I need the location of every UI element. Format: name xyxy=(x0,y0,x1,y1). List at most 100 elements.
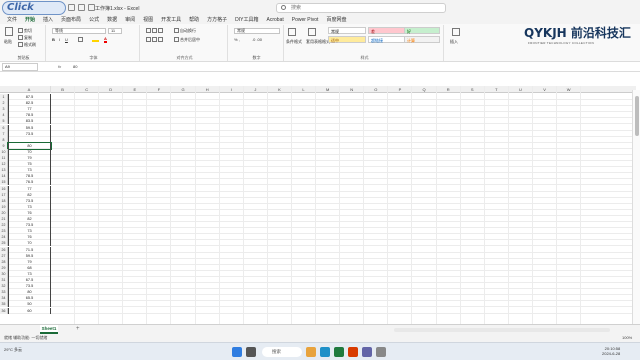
cell-a2[interactable]: 82.5 xyxy=(8,100,51,107)
wrap-text-button[interactable]: 自动换行 xyxy=(174,28,196,34)
row-header[interactable]: 28 xyxy=(0,258,8,265)
row-header[interactable]: 17 xyxy=(0,191,8,198)
cell-a22[interactable]: 73.5 xyxy=(8,222,51,229)
cell-style-3[interactable]: 适中 xyxy=(328,36,366,43)
vertical-scrollbar[interactable] xyxy=(632,90,640,324)
cell-a36[interactable]: 60 xyxy=(8,307,51,314)
row-header[interactable]: 7 xyxy=(0,130,8,137)
column-header-k[interactable]: K xyxy=(268,86,292,93)
font-name-select[interactable]: 等线 xyxy=(52,28,106,34)
row-header[interactable]: 4 xyxy=(0,112,8,119)
row-header[interactable]: 25 xyxy=(0,240,8,247)
cell-a4[interactable]: 78.5 xyxy=(8,112,51,119)
column-header-q[interactable]: Q xyxy=(413,86,437,93)
row-header[interactable]: 14 xyxy=(0,173,8,180)
app3-icon[interactable] xyxy=(376,347,386,357)
row-header[interactable]: 5 xyxy=(0,118,8,125)
row-header[interactable]: 11 xyxy=(0,155,8,161)
row-header[interactable]: 32 xyxy=(0,283,8,290)
row-header[interactable]: 2 xyxy=(0,100,8,107)
font-size-select[interactable]: 11 xyxy=(108,28,122,34)
cell-a27[interactable]: 59.5 xyxy=(8,252,51,259)
column-header-f[interactable]: F xyxy=(147,86,172,93)
insert-cells-button[interactable] xyxy=(452,28,461,36)
cell-style-5[interactable]: 计算 xyxy=(404,36,440,43)
menu-tab-9[interactable]: 帮助 xyxy=(185,16,203,24)
row-header[interactable]: 35 xyxy=(0,301,8,308)
column-header-d[interactable]: D xyxy=(99,86,124,93)
row-header[interactable]: 6 xyxy=(0,124,8,131)
app-icon[interactable] xyxy=(348,347,358,357)
row-header[interactable]: 15 xyxy=(0,179,8,186)
row-header[interactable]: 29 xyxy=(0,264,8,271)
worksheet-grid[interactable]: 1 87.5 2 82.5 3 77 4 78.5 5 83.5 6 59.5 7 73.5 8 9 80 10 7… xyxy=(0,94,636,324)
menu-tab-6[interactable]: 审阅 xyxy=(121,16,139,24)
row-header[interactable]: 16 xyxy=(0,185,8,192)
column-header-i[interactable]: I xyxy=(220,86,244,93)
cell-a31[interactable]: 67.5 xyxy=(8,277,51,283)
menu-tab-14[interactable]: 百度网盘 xyxy=(322,16,350,24)
column-header-m[interactable]: M xyxy=(316,86,341,93)
column-header-t[interactable]: T xyxy=(485,86,509,93)
cell-a23[interactable]: 73 xyxy=(8,228,51,235)
cell-a24[interactable]: 76 xyxy=(8,234,51,241)
cell-a30[interactable]: 73 xyxy=(8,270,51,277)
cell-a15[interactable]: 76.5 xyxy=(8,179,51,186)
cell-a20[interactable]: 76 xyxy=(8,209,51,216)
cell-a26[interactable]: 71.5 xyxy=(8,246,51,253)
row-header[interactable]: 33 xyxy=(0,289,8,296)
vertical-scroll-thumb[interactable] xyxy=(635,96,639,136)
cell-a18[interactable]: 73.5 xyxy=(8,197,51,204)
windows-start-icon[interactable] xyxy=(232,347,242,357)
column-header-p[interactable]: P xyxy=(388,86,413,93)
underline-button[interactable]: U xyxy=(65,37,68,42)
italic-button[interactable]: I xyxy=(59,37,60,42)
row-header[interactable]: 12 xyxy=(0,161,8,168)
menu-tab-3[interactable]: 页面布局 xyxy=(57,16,85,24)
cell-a10[interactable]: 70 xyxy=(8,148,51,155)
row-header[interactable]: 18 xyxy=(0,197,8,204)
paste-button[interactable] xyxy=(5,27,14,36)
cell-a21[interactable]: 82 xyxy=(8,216,51,222)
cell-a34[interactable]: 65.5 xyxy=(8,295,51,302)
cell-a11[interactable]: 79 xyxy=(8,155,51,161)
fx-icon[interactable]: fx xyxy=(58,64,61,69)
cell-a6[interactable]: 59.5 xyxy=(8,124,51,131)
cell-a8[interactable] xyxy=(8,136,51,143)
cell-a29[interactable]: 68 xyxy=(8,264,51,271)
cell-a25[interactable]: 70 xyxy=(8,240,51,247)
search-box[interactable]: 搜索 xyxy=(276,3,446,13)
cell-a16[interactable]: 77 xyxy=(8,185,51,192)
column-header-e[interactable]: E xyxy=(123,86,148,93)
row-header[interactable]: 8 xyxy=(0,136,8,143)
column-header-g[interactable]: G xyxy=(172,86,196,93)
font-color-button[interactable]: A xyxy=(104,36,107,43)
column-header-u[interactable]: U xyxy=(509,86,533,93)
row-header[interactable]: 21 xyxy=(0,216,8,222)
align-left-button[interactable] xyxy=(146,37,164,43)
cell-a17[interactable]: 82 xyxy=(8,191,51,198)
cell-a9[interactable]: 80 xyxy=(7,141,52,150)
cell-a3[interactable]: 77 xyxy=(8,106,51,113)
row-header[interactable]: 24 xyxy=(0,234,8,241)
column-header-a[interactable]: A xyxy=(8,86,51,93)
row-header[interactable]: 30 xyxy=(0,270,8,277)
redo-icon[interactable] xyxy=(88,4,95,11)
add-sheet-button[interactable]: + xyxy=(76,326,80,332)
cell-style-0[interactable]: 常规 xyxy=(328,27,366,34)
row-header[interactable]: 20 xyxy=(0,209,8,216)
row-header[interactable]: 9 xyxy=(0,142,8,149)
row-header[interactable]: 27 xyxy=(0,252,8,259)
row-header[interactable]: 3 xyxy=(0,106,8,113)
merge-center-button[interactable]: 合并后居中 xyxy=(174,37,200,43)
row-header[interactable]: 26 xyxy=(0,246,8,253)
table-format-button[interactable] xyxy=(308,28,317,36)
cell-style-2[interactable]: 好 xyxy=(404,27,440,34)
menu-tab-2[interactable]: 插入 xyxy=(39,16,57,24)
row-header[interactable]: 19 xyxy=(0,203,8,210)
menu-tab-11[interactable]: DIY工具箱 xyxy=(231,16,262,24)
menu-tab-0[interactable]: 文件 xyxy=(3,16,21,24)
taskbar-search[interactable]: 搜索 xyxy=(262,347,302,357)
column-header-h[interactable]: H xyxy=(196,86,220,93)
column-header-o[interactable]: O xyxy=(364,86,389,93)
